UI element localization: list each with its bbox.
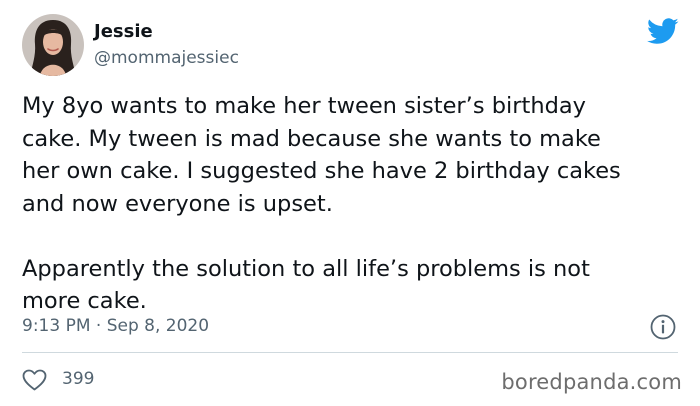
user-handle[interactable]: @mommajessiec — [94, 46, 239, 70]
twitter-bird-icon[interactable] — [647, 18, 679, 45]
watermark: boredpanda.com — [501, 370, 682, 394]
avatar[interactable] — [22, 14, 84, 76]
divider — [22, 352, 678, 353]
tweet-text: My 8yo wants to make her tween sister’s … — [22, 90, 682, 318]
avatar-photo — [22, 14, 84, 76]
tweet-timestamp[interactable]: 9:13 PM · Sep 8, 2020 — [22, 314, 209, 338]
info-icon[interactable] — [650, 314, 676, 340]
like-count[interactable]: 399 — [62, 367, 94, 391]
heart-icon[interactable] — [22, 369, 47, 391]
display-name[interactable]: Jessie — [94, 20, 153, 44]
tweet-paragraph: My 8yo wants to make her tween sister’s … — [22, 93, 621, 217]
tweet-paragraph: Apparently the solution to all life’s pr… — [22, 255, 590, 315]
